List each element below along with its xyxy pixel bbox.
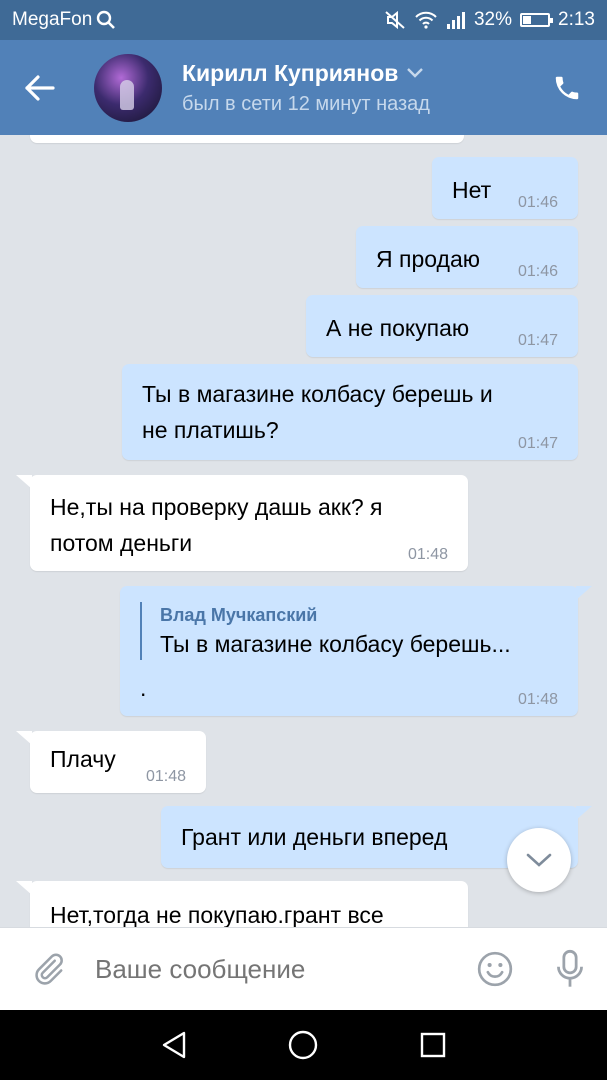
message-time: 01:46 (517, 194, 558, 211)
last-seen-status: был в сети 12 минут назад (182, 92, 430, 115)
message-text-line: потом деньги (50, 530, 193, 556)
scroll-to-bottom-button[interactable] (507, 828, 571, 892)
chat-title[interactable]: Кирилл Куприянов был в сети 12 минут наз… (182, 60, 430, 116)
carrier: MegaFon (12, 9, 116, 31)
battery-level (523, 16, 531, 24)
message-text-line: Не,ты на проверку дашь акк? я (50, 494, 383, 520)
message-text-line: не платишь? (142, 417, 279, 443)
wifi-icon (415, 11, 437, 29)
attach-button[interactable] (0, 928, 95, 1011)
nav-back-icon[interactable] (160, 1030, 188, 1060)
battery-percent: 32% (473, 9, 513, 30)
chat-header: Кирилл Куприянов был в сети 12 минут наз… (0, 40, 607, 135)
message-time: 01:47 (517, 332, 558, 349)
system-nav-bar (0, 1010, 607, 1080)
message-time: 01:46 (517, 263, 558, 280)
search-icon (97, 10, 116, 29)
message-time: 01:48 (517, 691, 558, 708)
message-bubble[interactable]: Нет 01:46 (432, 157, 578, 219)
message-text: Грант или деньги вперед (181, 824, 448, 850)
avatar[interactable] (94, 53, 162, 122)
message-text: Плачу (50, 746, 116, 772)
message-bubble-partial[interactable] (30, 135, 464, 143)
back-button[interactable] (0, 40, 80, 135)
message-text: Нет (452, 177, 492, 203)
signal-icon (446, 12, 465, 29)
microphone-icon (556, 949, 583, 987)
battery-icon (520, 13, 554, 27)
chevron-down-icon (526, 853, 552, 867)
message-bubble[interactable]: Не,ты на проверку дашь акк? я потом день… (16, 475, 468, 571)
chevron-down-icon (407, 68, 424, 78)
message-list[interactable]: Нет 01:46 Я продаю 01:46 А не покупаю 01… (0, 135, 607, 927)
message-time: 01:47 (517, 435, 558, 452)
status-icons: 32% 2:13 (384, 9, 595, 31)
message-time: 01:48 (407, 546, 448, 563)
message-input-bar (0, 927, 607, 1010)
message-text-line: Ты в магазине колбасу берешь и (142, 381, 493, 407)
message-bubble[interactable]: Нет,тогда не покупаю.грант все (16, 881, 468, 927)
carrier-name: MegaFon (12, 9, 93, 30)
message-text: Нет,тогда не покупаю.грант все (50, 902, 384, 927)
voice-message-button[interactable] (532, 928, 607, 1011)
phone-icon (555, 76, 579, 99)
message-text: . (140, 675, 147, 701)
mute-icon (385, 10, 405, 30)
message-time: 01:48 (145, 768, 186, 785)
message-bubble[interactable]: Плачу 01:48 (16, 731, 206, 793)
clock: 2:13 (558, 9, 595, 30)
status-bar: MegaFon 32% 2:13 (0, 0, 607, 40)
message-bubble[interactable]: Ты в магазине колбасу берешь и не платиш… (122, 364, 578, 460)
message-text: Я продаю (376, 246, 480, 272)
nav-home-icon[interactable] (287, 1029, 319, 1061)
emoji-button[interactable] (457, 928, 532, 1011)
call-button[interactable] (527, 40, 607, 135)
attach-icon (34, 953, 63, 985)
back-arrow-icon (25, 74, 55, 101)
message-bubble[interactable]: Влад Мучкапский Ты в магазине колбасу бе… (120, 586, 592, 716)
emoji-icon (477, 951, 512, 987)
message-input[interactable] (95, 939, 457, 999)
reply-author: Влад Мучкапский (160, 605, 318, 625)
message-bubble[interactable]: А не покупаю 01:47 (306, 295, 578, 357)
nav-recents-icon[interactable] (419, 1031, 447, 1059)
message-text: А не покупаю (326, 315, 470, 341)
message-bubble[interactable]: Я продаю 01:46 (356, 226, 578, 288)
reply-text: Ты в магазине колбасу берешь... (160, 631, 511, 657)
contact-name: Кирилл Куприянов (182, 59, 399, 86)
reply-quote[interactable]: Влад Мучкапский Ты в магазине колбасу бе… (140, 602, 550, 660)
